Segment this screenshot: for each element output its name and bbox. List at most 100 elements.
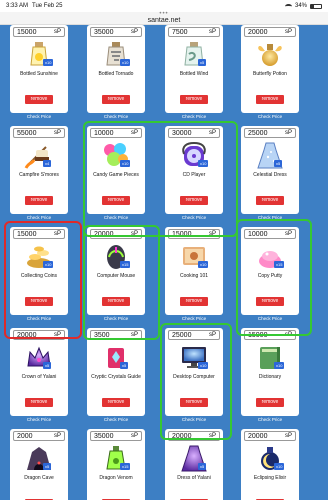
price-field[interactable]: 20000 sP — [244, 27, 296, 37]
item-card: 3500 sP x5 Cryptic Crystals Guide remove — [87, 328, 145, 416]
remove-button[interactable]: remove — [256, 196, 284, 205]
quantity-badge: x5 — [198, 59, 207, 66]
red-highlight-collecting-coins — [4, 221, 82, 339]
price-value[interactable]: 25000 — [248, 130, 267, 137]
price-value[interactable]: 35000 — [94, 29, 113, 36]
item-card: 15000 sP x10 Dictionary remove — [241, 328, 299, 416]
price-value[interactable]: 55000 — [17, 130, 36, 137]
item-name: Eclipsing Elixir — [253, 475, 287, 481]
status-time: 3:33 AM — [6, 3, 29, 9]
check-price-link[interactable]: Check Price — [165, 316, 223, 321]
quantity-badge: x10 — [274, 362, 285, 369]
check-price-link[interactable]: Check Price — [165, 114, 223, 119]
item-name: Bottled Tornado — [98, 71, 134, 77]
currency-label: sP — [284, 130, 292, 136]
remove-button[interactable]: remove — [180, 95, 208, 104]
item-card: 55000 sP x4 Campfire S'mores remove — [10, 126, 68, 214]
currency-label: sP — [130, 29, 138, 35]
price-field[interactable]: 15000 sP — [13, 27, 65, 37]
item-card: 35000sPx15Dragon Venomremove — [87, 429, 145, 500]
quantity-badge: x5 — [43, 362, 52, 369]
remove-button[interactable]: remove — [102, 398, 130, 407]
remove-button[interactable]: remove — [256, 398, 284, 407]
item-name: Cooking 101 — [179, 273, 209, 279]
quantity-badge: x5 — [274, 160, 283, 167]
item-name: Dress of Yalani — [177, 475, 211, 481]
quantity-badge: x10 — [120, 59, 131, 66]
item-name: Dragon Cave — [24, 475, 54, 481]
status-date: Tue Feb 25 — [32, 3, 63, 9]
currency-label: sP — [53, 130, 61, 136]
item-card: 20000sPx10Eclipsing Elixirremove — [241, 429, 299, 500]
quantity-badge: x10 — [43, 59, 54, 66]
quantity-badge: x10 — [274, 463, 285, 470]
quantity-badge: x5 — [198, 463, 207, 470]
check-price-link[interactable]: Check Price — [241, 417, 299, 422]
url-text[interactable]: santae.net — [0, 17, 328, 24]
item-card: 7500 sP x5 Bottled Wind remove — [165, 25, 223, 113]
check-price-link[interactable]: Check Price — [10, 215, 68, 220]
price-field[interactable]: 55000 sP — [13, 128, 65, 138]
item-name: Campfire S'mores — [19, 172, 59, 178]
item-grid: 15000 sP x10 Bottled Sunshine remove Check Pr… — [0, 25, 328, 500]
item-card: 25000 sP x5 Celestial Dress remove — [241, 126, 299, 214]
quantity-badge: x4 — [43, 160, 52, 167]
remove-button[interactable]: remove — [102, 95, 130, 104]
browser-address-bar[interactable]: ••• santae.net — [0, 11, 328, 25]
currency-label: sP — [208, 29, 216, 35]
item-name: Bottled Sunshine — [20, 71, 58, 77]
price-value[interactable]: 35000 — [94, 433, 113, 440]
item-name: Crown of Yalani — [21, 374, 57, 380]
currency-label: sP — [53, 29, 61, 35]
check-price-link[interactable]: Check Price — [87, 114, 145, 119]
item-name: Butterfly Potion — [253, 71, 287, 77]
item-card: 15000 sP x10 Bottled Sunshine remove — [10, 25, 68, 113]
wifi-icon — [284, 3, 292, 9]
green-highlight-desktop-computer — [160, 323, 232, 440]
butterfly-potion-icon — [258, 44, 282, 66]
quantity-badge: x15 — [120, 463, 131, 470]
currency-label: sP — [284, 29, 292, 35]
item-name: Cryptic Crystals Guide — [91, 374, 141, 380]
price-field[interactable]: 35000 sP — [90, 27, 142, 37]
remove-button[interactable]: remove — [180, 297, 208, 306]
currency-label: sP — [53, 433, 61, 439]
check-price-link[interactable]: Check Price — [241, 114, 299, 119]
item-card: 15000 sP x10 Cooking 101 remove — [165, 227, 223, 315]
check-price-link[interactable]: Check Price — [10, 417, 68, 422]
price-field[interactable]: 25000 sP — [244, 128, 296, 138]
price-field[interactable]: 7500 sP — [168, 27, 220, 37]
check-price-link[interactable]: Check Price — [10, 114, 68, 119]
item-card: 20000 sP x5 Crown of Yalani remove — [10, 328, 68, 416]
quantity-badge: x5 — [43, 463, 52, 470]
price-value[interactable]: 7500 — [172, 29, 188, 36]
status-right: 34% — [284, 3, 322, 9]
battery-percent: 34% — [294, 3, 307, 9]
item-card: 20000 sP Butterfly Potion remove — [241, 25, 299, 113]
currency-label: sP — [284, 433, 292, 439]
item-card: 35000 sP x10 Bottled Tornado remove — [87, 25, 145, 113]
remove-button[interactable]: remove — [25, 196, 53, 205]
price-value[interactable]: 20000 — [248, 29, 267, 36]
remove-button[interactable]: remove — [256, 95, 284, 104]
check-price-link[interactable]: Check Price — [87, 417, 145, 422]
item-name: Dictionary — [258, 374, 282, 380]
price-field[interactable]: 35000 sP — [90, 431, 142, 441]
price-value[interactable]: 2000 — [17, 433, 33, 440]
price-value[interactable]: 20000 — [248, 433, 267, 440]
item-name: Celestial Dress — [253, 172, 287, 178]
item-name: Dragon Venom — [99, 475, 133, 481]
price-value[interactable]: 15000 — [17, 29, 36, 36]
item-card: 2000sPx5Dragon Caveremove — [10, 429, 68, 500]
quantity-badge: x5 — [120, 362, 129, 369]
price-field[interactable]: 20000 sP — [244, 431, 296, 441]
quantity-badge: x10 — [198, 261, 209, 268]
price-field[interactable]: 2000 sP — [13, 431, 65, 441]
remove-button[interactable]: remove — [25, 398, 53, 407]
currency-label: sP — [130, 433, 138, 439]
battery-icon — [310, 3, 322, 9]
green-highlight-computer-mouse — [83, 225, 160, 340]
item-name: Bottled Wind — [179, 71, 209, 77]
green-highlight-row2 — [83, 121, 238, 237]
remove-button[interactable]: remove — [25, 95, 53, 104]
